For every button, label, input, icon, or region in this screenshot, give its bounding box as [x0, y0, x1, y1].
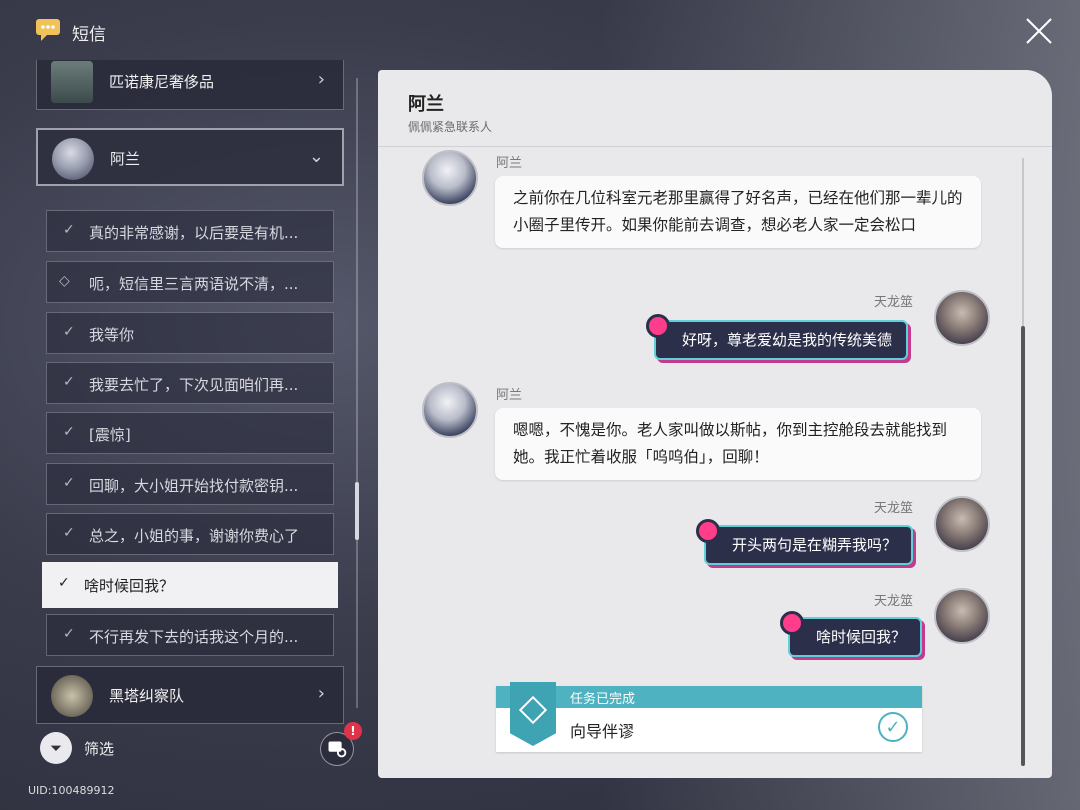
avatar	[934, 588, 990, 644]
message-preview: 呃，短信里三言两语说不清，...	[89, 275, 299, 293]
message-preview: 回聊，大小姐开始找付款密钥...	[89, 477, 299, 495]
sticker-dot	[780, 611, 804, 635]
quest-tag	[510, 682, 556, 746]
check-icon: ✓	[63, 324, 75, 340]
check-icon: ✓	[63, 475, 75, 491]
avatar	[422, 382, 478, 438]
chevron-right-icon: ›	[317, 69, 325, 90]
close-icon[interactable]	[1024, 16, 1054, 46]
uid-label: UID:100489912	[28, 784, 115, 797]
chat-panel: 阿兰 佩佩紧急联系人 阿兰 之前你在几位科室元老那里赢得了好名声，已经在他们那一…	[378, 70, 1052, 778]
message-bubble: 嗯嗯，不愧是你。老人家叫做以斯帖，你到主控舱段去就能找到她。我正忙着收服「呜呜伯…	[495, 408, 981, 480]
sticker-message: 好呀，尊老爱幼是我的传统美德	[646, 314, 909, 360]
sender-name: 天龙筮	[874, 501, 914, 516]
message-preview: 我要去忙了，下次见面咱们再...	[89, 376, 299, 394]
contact-list: 匹诺康尼奢侈品 › 阿兰 ⌄ ✓ 真的非常感谢，以后要是有机... ◇ 呃，短信…	[0, 60, 372, 728]
check-icon: ✓	[58, 575, 70, 591]
contact-item-herta-patrol[interactable]: 黑塔纠察队 ›	[36, 666, 344, 724]
message-preview: 我等你	[89, 326, 135, 344]
sticker-text: 啥时候回我？	[816, 628, 907, 646]
message-item[interactable]: ✓ 总之，小姐的事，谢谢你费心了	[46, 513, 334, 555]
avatar	[934, 496, 990, 552]
sidebar-scrollbar[interactable]	[356, 78, 358, 708]
sender-name: 天龙筮	[874, 594, 914, 609]
sticker-message: 啥时候回我？	[780, 611, 923, 657]
sender-name: 阿兰	[496, 156, 523, 171]
chat-contact-name: 阿兰	[408, 94, 444, 115]
message-preview: 总之，小姐的事，谢谢你费心了	[89, 527, 300, 545]
message-item[interactable]: ✓ 我要去忙了，下次见面咱们再...	[46, 362, 334, 404]
sender-name: 阿兰	[496, 388, 523, 403]
message-item[interactable]: ✓ 真的非常感谢，以后要是有机...	[46, 210, 334, 252]
sticker-text: 开头两句是在糊弄我吗？	[732, 536, 898, 554]
contact-item-alan[interactable]: 阿兰 ⌄	[36, 128, 344, 186]
message-item[interactable]: ◇ 呃，短信里三言两语说不清，...	[46, 261, 334, 303]
quest-header	[496, 686, 922, 708]
message-item[interactable]: ✓ 我等你	[46, 312, 334, 354]
sticker-dot	[696, 519, 720, 543]
contact-name: 阿兰	[110, 150, 141, 168]
check-icon: ✓	[63, 374, 75, 390]
chevron-right-icon: ›	[317, 683, 325, 704]
alert-icon: ◇	[59, 273, 70, 289]
avatar	[52, 138, 94, 180]
message-preview: 真的非常感谢，以后要是有机...	[89, 224, 299, 242]
quest-diamond-icon	[518, 695, 548, 725]
contact-name: 匹诺康尼奢侈品	[109, 73, 215, 91]
avatar	[51, 61, 93, 103]
check-icon: ✓	[63, 626, 75, 642]
chat-bubble-icon	[36, 19, 60, 41]
app-title: 短信	[72, 25, 106, 45]
check-icon: ✓	[63, 222, 75, 238]
contact-name: 黑塔纠察队	[109, 687, 185, 705]
message-item-selected[interactable]: ✓ 啥时候回我？	[42, 562, 338, 608]
sticker-message: 开头两句是在糊弄我吗？	[696, 519, 914, 565]
chevron-down-icon: ⌄	[308, 146, 324, 167]
message-preview: 不行再发下去的话我这个月的...	[89, 628, 299, 646]
avatar	[51, 675, 93, 717]
filter-button[interactable]: 筛选	[84, 738, 114, 759]
divider	[378, 146, 1052, 147]
contact-item-luxury[interactable]: 匹诺康尼奢侈品 ›	[36, 60, 344, 110]
message-item[interactable]: ✓ 回聊，大小姐开始找付款密钥...	[46, 463, 334, 505]
check-icon: ✓	[63, 424, 75, 440]
check-icon: ✓	[63, 525, 75, 541]
quest-complete-card[interactable]: 任务已完成 向导伴谬 ✓	[496, 682, 922, 752]
chat-scroll-thumb[interactable]	[1021, 326, 1025, 766]
sender-name: 天龙筮	[874, 295, 914, 310]
chat-contact-subtitle: 佩佩紧急联系人	[408, 120, 493, 134]
quest-status: 任务已完成	[570, 692, 636, 707]
message-item[interactable]: ✓ [震惊]	[46, 412, 334, 454]
avatar	[934, 290, 990, 346]
quest-name: 向导伴谬	[570, 722, 635, 741]
check-circle-icon: ✓	[878, 712, 908, 742]
sticker-text: 好呀，尊老爱幼是我的传统美德	[682, 331, 893, 349]
filter-icon[interactable]: ⏷	[40, 732, 72, 764]
sidebar-scroll-thumb[interactable]	[355, 482, 359, 540]
message-preview: [震惊]	[89, 426, 131, 444]
message-item[interactable]: ✓ 不行再发下去的话我这个月的...	[46, 614, 334, 656]
avatar	[422, 150, 478, 206]
message-preview: 啥时候回我？	[84, 577, 175, 595]
notification-badge: !	[344, 722, 362, 740]
sticker-dot	[646, 314, 670, 338]
message-bubble: 之前你在几位科室元老那里赢得了好名声，已经在他们那一辈儿的小圈子里传开。如果你能…	[495, 176, 981, 248]
